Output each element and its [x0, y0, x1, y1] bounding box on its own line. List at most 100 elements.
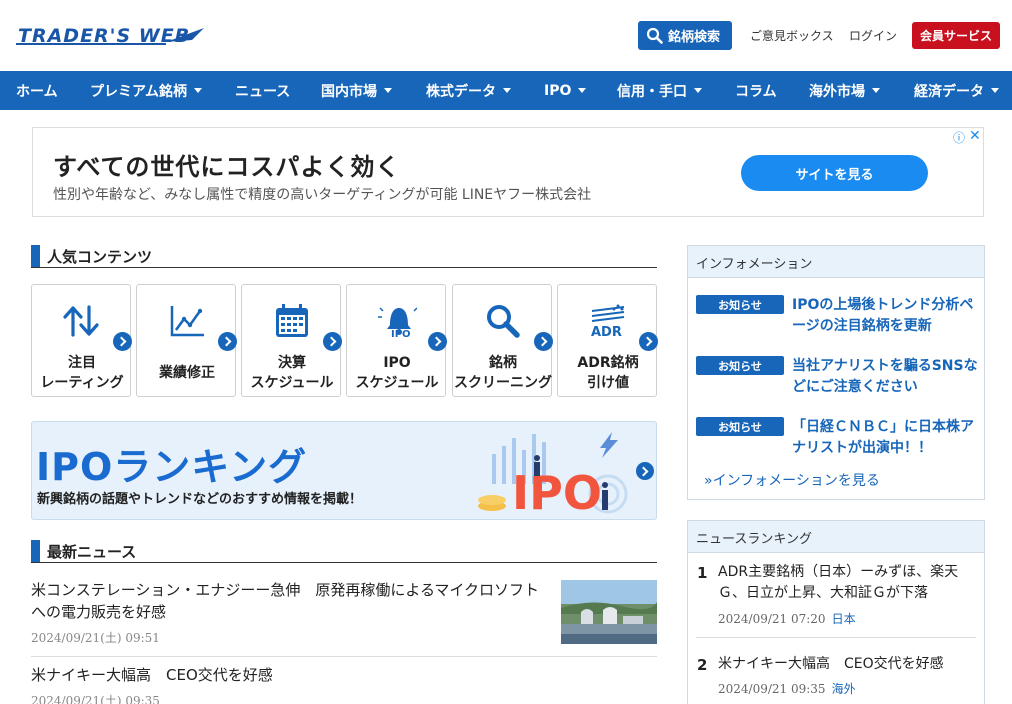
news-heading: 最新ニュース	[31, 540, 657, 563]
ipo-ranking-banner[interactable]: IPOランキング 新興銘柄の話題やトレンドなどのおすすめ情報を掲載！ IPO	[31, 421, 657, 520]
caret-down-icon	[578, 88, 587, 93]
info-link[interactable]: 当社アナリストを騙るSNSなどにご注意ください	[792, 356, 980, 398]
chevron-right-icon	[113, 332, 132, 351]
nav-margin-label: 信用・手口	[617, 83, 687, 100]
tile-earnings-schedule-label: 決算 スケジュール	[250, 355, 334, 391]
rank-category[interactable]: 日本	[832, 612, 856, 626]
nav-ipo[interactable]: IPO	[544, 71, 587, 110]
notice-badge: お知らせ	[696, 417, 784, 436]
caret-down-icon	[991, 88, 999, 93]
ipo-banner-subtitle: 新興銘柄の話題やトレンドなどのおすすめ情報を掲載！	[37, 492, 363, 507]
power-plant-image-icon	[561, 580, 657, 644]
news-divider	[31, 656, 657, 657]
ad-banner[interactable]: すべての世代にコスパよく効く 性別や年齢など、みなし属性で精度の高いターゲティン…	[32, 127, 984, 217]
logo-text: TRADER'S WEB	[18, 25, 191, 47]
ad-subtitle: 性別や年齢など、みなし属性で精度の高いターゲティングが可能 LINEヤフー株式会…	[53, 187, 592, 203]
nav-domestic-label: 国内市場	[321, 83, 377, 100]
information-heading: インフォメーション	[688, 246, 984, 278]
chevron-right-icon	[428, 332, 447, 351]
nav-column[interactable]: コラム	[735, 71, 777, 110]
rank-category[interactable]: 海外	[832, 682, 856, 696]
popular-heading-text: 人気コンテンツ	[47, 248, 153, 266]
svg-text:ADR: ADR	[591, 325, 622, 339]
news-thumbnail[interactable]	[561, 580, 657, 644]
tile-adr-label: ADR銘柄 引け値	[577, 355, 639, 391]
nav-stock-data[interactable]: 株式データ	[426, 71, 511, 110]
rank-title[interactable]: ADR主要銘柄（日本）ーみずほ、楽天Ｇ、日立が上昇、大和証Ｇが下落	[718, 562, 973, 604]
nav-news[interactable]: ニュース	[235, 71, 290, 110]
tile-ipo-schedule[interactable]: IPO IPO スケジュール	[346, 284, 447, 397]
rank-number: 2	[697, 656, 708, 674]
search-icon	[646, 27, 663, 44]
caret-down-icon	[694, 88, 702, 93]
info-link[interactable]: 「日経ＣＮＢＣ」に日本株アナリストが出演中！！	[792, 417, 980, 459]
site-header: TRADER'S WEB 銘柄検索 ご意見ボックス ログイン 会員サービス	[0, 0, 1012, 71]
popular-heading: 人気コンテンツ	[31, 245, 657, 268]
rank-title[interactable]: 米ナイキー大幅高 CEO交代を好感	[718, 654, 973, 675]
news-date: 2024/09/21(土) 09:51	[31, 631, 160, 645]
ipo-banner-title: IPOランキング	[36, 445, 308, 489]
nav-economic-label: 経済データ	[914, 83, 984, 100]
ad-cta-button[interactable]: サイトを見る	[741, 155, 928, 191]
tile-screening-label: 銘柄 スクリーニング	[454, 355, 552, 391]
heading-bar	[31, 540, 40, 562]
nav-premium[interactable]: プレミアム銘柄	[90, 71, 203, 110]
tile-earnings-revision[interactable]: 業績修正	[136, 284, 237, 397]
ipo-art-text: IPO	[512, 466, 602, 519]
news-heading-text: 最新ニュース	[47, 543, 137, 561]
nav-home[interactable]: ホーム	[16, 71, 58, 110]
news-date: 2024/09/21(土) 09:35	[31, 694, 160, 704]
tile-rating[interactable]: 注目 レーティング	[31, 284, 132, 397]
nav-ipo-label: IPO	[544, 82, 572, 99]
news-title[interactable]: 米ナイキー大幅高 CEO交代を好感	[31, 664, 657, 686]
login-link[interactable]: ログイン	[849, 27, 897, 44]
tile-screening[interactable]: 銘柄 スクリーニング	[452, 284, 553, 397]
up-down-arrows-icon	[63, 305, 99, 337]
nav-margin[interactable]: 信用・手口	[617, 71, 702, 110]
ad-info-icon[interactable]: ⓘ	[953, 129, 965, 146]
rank-date: 2024/09/21 07:20	[718, 612, 826, 626]
tile-earnings-schedule[interactable]: 決算 スケジュール	[241, 284, 342, 397]
news-item[interactable]: 米ナイキー大幅高 CEO交代を好感 2024/09/21(土) 09:35	[31, 664, 657, 704]
member-service-button[interactable]: 会員サービス	[912, 22, 1000, 49]
information-more-link[interactable]: »インフォメーションを見る	[704, 470, 880, 490]
heading-bar	[31, 245, 40, 267]
nav-domestic[interactable]: 国内市場	[321, 71, 392, 110]
feedback-link[interactable]: ご意見ボックス	[750, 27, 834, 44]
ad-title: すべての世代にコスパよく効く	[53, 153, 401, 181]
notice-badge: お知らせ	[696, 295, 784, 314]
tile-adr[interactable]: ADR ADR銘柄 引け値	[557, 284, 658, 397]
ipo-illustration-icon: IPO	[478, 432, 628, 519]
nav-overseas-label: 海外市場	[809, 83, 865, 100]
rank-divider	[696, 637, 976, 638]
chevron-right-icon	[639, 332, 658, 351]
chevron-right-icon	[636, 462, 654, 480]
notice-badge: お知らせ	[696, 356, 784, 375]
stock-search-label: 銘柄検索	[668, 30, 721, 45]
news-title[interactable]: 米コンステレーション・エナジーー急伸 原発再稼働によるマイクロソフトへの電力販売…	[31, 579, 546, 623]
line-chart-icon	[170, 306, 204, 337]
nav-overseas[interactable]: 海外市場	[809, 71, 880, 110]
tile-rating-label: 注目 レーティング	[40, 355, 124, 391]
news-item[interactable]: 米コンステレーション・エナジーー急伸 原発再稼働によるマイクロソフトへの電力販売…	[31, 579, 546, 646]
chevron-right-icon	[534, 332, 553, 351]
stock-search-button[interactable]: 銘柄検索	[638, 21, 732, 50]
news-ranking-heading: ニュースランキング	[688, 521, 984, 553]
caret-down-icon	[384, 88, 392, 93]
chevron-right-icon	[323, 332, 342, 351]
caret-down-icon	[194, 88, 203, 93]
caret-down-icon	[503, 88, 511, 93]
svg-text:IPO: IPO	[391, 329, 411, 339]
nav-home-label: ホーム	[16, 83, 58, 100]
nav-economic[interactable]: 経済データ	[914, 71, 999, 110]
ad-close-icon[interactable]: ✕	[969, 128, 981, 144]
info-link[interactable]: IPOの上場後トレンド分析ページの注目銘柄を更新	[792, 295, 980, 337]
nav-news-label: ニュース	[235, 83, 291, 100]
main-nav: ホーム プレミアム銘柄 ニュース 国内市場 株式データ IPO 信用・手口 コラ…	[0, 71, 1012, 110]
chevron-right-icon	[218, 332, 237, 351]
site-logo[interactable]: TRADER'S WEB	[16, 22, 206, 48]
rank-meta: 2024/09/21 09:35 海外	[718, 680, 856, 697]
tile-earnings-revision-label: 業績修正	[159, 365, 215, 381]
tile-ipo-schedule-label: IPO スケジュール	[355, 355, 439, 391]
news-ranking-box: ニュースランキング 1 ADR主要銘柄（日本）ーみずほ、楽天Ｇ、日立が上昇、大和…	[687, 520, 985, 704]
